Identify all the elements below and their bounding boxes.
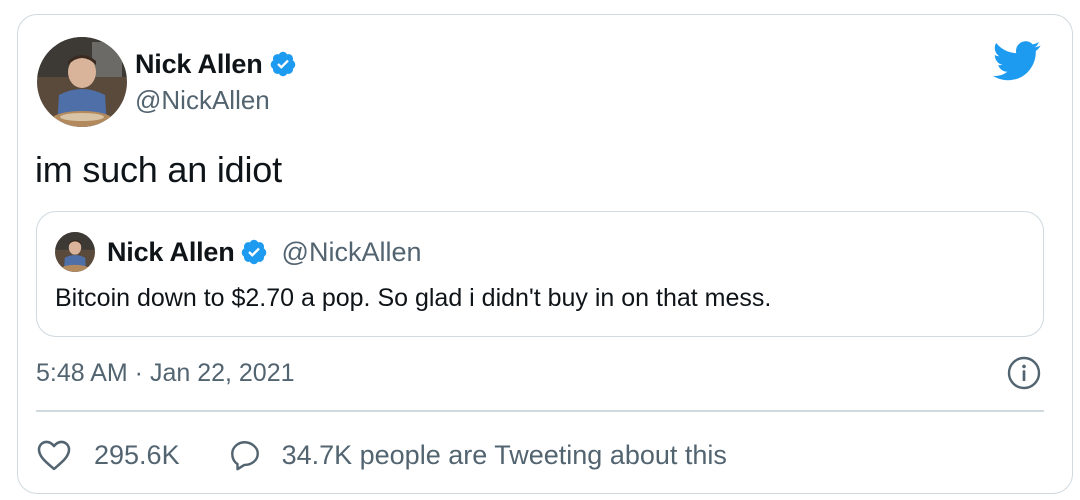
tweeting-about-link[interactable]: 34.7K people are Tweeting about this	[282, 440, 727, 471]
quoted-author-avatar	[55, 232, 95, 272]
author-name-row[interactable]: Nick Allen	[135, 49, 297, 79]
quoted-tweet-text: Bitcoin down to $2.70 a pop. So glad i d…	[55, 284, 772, 312]
tweet-card[interactable]: Nick Allen @NickAllen im such an idiot N…	[17, 14, 1073, 494]
twitter-bird-icon[interactable]	[992, 41, 1042, 81]
tweet-text: im such an idiot	[35, 149, 282, 190]
like-count[interactable]: 295.6K	[94, 440, 180, 471]
reply-icon[interactable]	[228, 438, 262, 472]
quoted-author-name: Nick Allen	[107, 236, 235, 267]
author-handle[interactable]: @NickAllen	[135, 85, 270, 116]
quoted-author-handle: @NickAllen	[281, 236, 422, 267]
divider	[36, 410, 1044, 412]
tweet-actions: 295.6K 34.7K people are Tweeting about t…	[36, 435, 727, 475]
tweet-timestamp[interactable]: 5:48 AM · Jan 22, 2021	[36, 359, 295, 388]
quoted-author-row: Nick Allen @NickAllen	[107, 235, 422, 269]
verified-badge-icon	[270, 51, 295, 77]
heart-icon[interactable]	[36, 438, 72, 472]
verified-badge-icon	[241, 239, 266, 265]
author-avatar[interactable]	[37, 37, 127, 127]
author-name[interactable]: Nick Allen	[135, 49, 263, 80]
info-icon[interactable]	[1006, 355, 1042, 391]
quoted-tweet[interactable]: Nick Allen @NickAllen Bitcoin down to $2…	[36, 211, 1044, 337]
